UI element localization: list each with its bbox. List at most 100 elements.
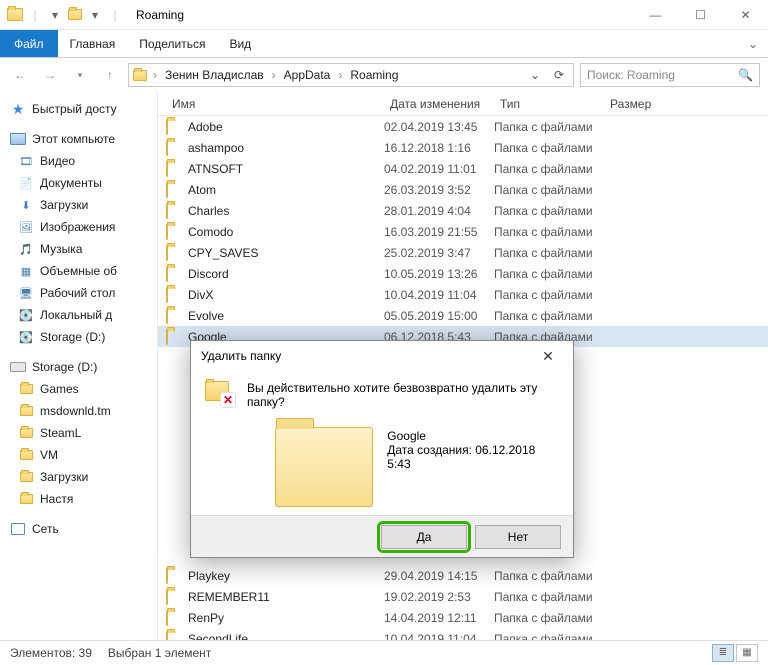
folder-icon [18,447,34,463]
sidebar-item[interactable]: Games [0,378,157,400]
file-name: Comodo [188,225,233,239]
minimize-button[interactable]: — [633,0,678,30]
sidebar-item[interactable]: msdownld.tm [0,400,157,422]
qat-overflow-icon[interactable]: ▾ [86,6,104,24]
drive-icon [10,359,26,375]
table-row[interactable]: Atom26.03.2019 3:52Папка с файлами [158,179,768,200]
sidebar-item[interactable]: Загрузки [0,466,157,488]
col-name[interactable]: Имя [166,97,384,111]
file-type: Папка с файлами [494,204,604,218]
yes-button[interactable]: Да [381,525,467,549]
sidebar-item[interactable]: 📄Документы [0,172,157,194]
tab-share[interactable]: Поделиться [127,30,217,57]
table-row[interactable]: CPY_SAVES25.02.2019 3:47Папка с файлами [158,242,768,263]
file-type: Папка с файлами [494,611,604,625]
sidebar-item-label: SteamL [40,426,81,440]
col-type[interactable]: Тип [494,97,604,111]
sidebar-storage-header[interactable]: Storage (D:) [0,356,157,378]
nav-forward-button[interactable]: → [38,63,62,87]
breadcrumb-item[interactable]: Roaming [348,68,400,82]
folder-icon [166,569,182,582]
refresh-icon[interactable]: ⟳ [549,68,569,82]
col-size[interactable]: Размер [604,97,684,111]
table-row[interactable]: Adobe02.04.2019 13:45Папка с файлами [158,116,768,137]
address-bar[interactable]: › Зенин Владислав › AppData › Roaming ⌄ … [128,63,574,87]
tab-view[interactable]: Вид [217,30,263,57]
sidebar-item[interactable]: VM [0,444,157,466]
file-date: 10.04.2019 11:04 [384,632,494,641]
qat-dropdown-icon[interactable]: ▾ [46,6,64,24]
delete-confirm-dialog: Удалить папку ✕ ✕ Вы действительно хотит… [190,340,574,558]
table-row[interactable]: ashampoo16.12.2018 1:16Папка с файлами [158,137,768,158]
no-button[interactable]: Нет [475,525,561,549]
close-button[interactable]: ✕ [723,0,768,30]
ribbon-expand-icon[interactable]: ⌄ [738,30,768,57]
folder-icon [166,330,182,343]
file-name: Playkey [188,569,230,583]
maximize-button[interactable]: ☐ [678,0,723,30]
file-type: Папка с файлами [494,120,604,134]
folder-icon [166,183,182,196]
table-row[interactable]: RenPy14.04.2019 12:11Папка с файлами [158,607,768,628]
file-type: Папка с файлами [494,141,604,155]
sidebar-item-icon: ▦ [18,263,34,279]
nav-up-button[interactable]: ↑ [98,63,122,87]
table-row[interactable]: Playkey29.04.2019 14:15Папка с файлами [158,565,768,586]
table-row[interactable]: SecondLife10.04.2019 11:04Папка с файлам… [158,628,768,640]
sidebar-item-icon: 🎵 [18,241,34,257]
table-row[interactable]: ATNSOFT04.02.2019 11:01Папка с файлами [158,158,768,179]
search-input[interactable]: Поиск: Roaming 🔍 [580,63,760,87]
breadcrumb-item[interactable]: Зенин Владислав [163,68,266,82]
view-thumbnails-button[interactable]: ▦ [736,644,758,662]
table-row[interactable]: Discord10.05.2019 13:26Папка с файлами [158,263,768,284]
sidebar-network[interactable]: Сеть [0,518,157,540]
col-date[interactable]: Дата изменения [384,97,494,111]
file-name: CPY_SAVES [188,246,258,260]
address-dropdown-icon[interactable]: ⌄ [525,68,545,82]
sidebar-item[interactable]: 🎵Музыка [0,238,157,260]
address-folder-icon [133,70,147,81]
folder-icon [166,267,182,280]
sidebar-quick-access[interactable]: ★ Быстрый досту [0,98,157,120]
sidebar-item[interactable]: 💽Локальный д [0,304,157,326]
sidebar-item-label: msdownld.tm [40,404,111,418]
file-date: 14.04.2019 12:11 [384,611,494,625]
sidebar-item-label: Документы [40,176,102,190]
table-row[interactable]: DivX10.04.2019 11:04Папка с файлами [158,284,768,305]
file-date: 16.03.2019 21:55 [384,225,494,239]
qat-properties-icon[interactable] [66,6,84,24]
breadcrumb-item[interactable]: AppData [282,68,333,82]
dialog-close-button[interactable]: ✕ [533,348,563,365]
breadcrumb-sep: › [270,68,278,82]
tab-home[interactable]: Главная [58,30,128,57]
file-type: Папка с файлами [494,267,604,281]
file-date: 10.05.2019 13:26 [384,267,494,281]
table-row[interactable]: REMEMBER1119.02.2019 2:53Папка с файлами [158,586,768,607]
folder-icon [18,381,34,397]
sidebar-this-pc[interactable]: Этот компьюте [0,128,157,150]
sidebar-item[interactable]: Настя [0,488,157,510]
sidebar-item-icon: 🖥 [18,285,34,301]
table-row[interactable]: Comodo16.03.2019 21:55Папка с файлами [158,221,768,242]
sidebar-item-label: Изображения [40,220,115,234]
file-date: 05.05.2019 15:00 [384,309,494,323]
table-row[interactable]: Evolve05.05.2019 15:00Папка с файлами [158,305,768,326]
sidebar-item[interactable]: 🖥Рабочий стол [0,282,157,304]
sidebar-item[interactable]: ⬇Загрузки [0,194,157,216]
view-details-button[interactable]: ≣ [712,644,734,662]
file-type: Папка с файлами [494,309,604,323]
tab-file[interactable]: Файл [0,30,58,57]
sidebar-item-icon: ⬇ [18,197,34,213]
folder-icon [166,288,182,301]
nav-recent-icon[interactable]: ▾ [68,63,92,87]
sidebar-item[interactable]: SteamL [0,422,157,444]
sidebar-item[interactable]: ▦Объемные об [0,260,157,282]
status-selected: Выбран 1 элемент [108,646,211,660]
table-row[interactable]: Charles28.01.2019 4:04Папка с файлами [158,200,768,221]
file-date: 19.02.2019 2:53 [384,590,494,604]
sidebar-item[interactable]: 🎞Видео [0,150,157,172]
file-name: ATNSOFT [188,162,243,176]
sidebar-item[interactable]: 💽Storage (D:) [0,326,157,348]
nav-back-button[interactable]: ← [8,63,32,87]
sidebar-item[interactable]: 🖼Изображения [0,216,157,238]
